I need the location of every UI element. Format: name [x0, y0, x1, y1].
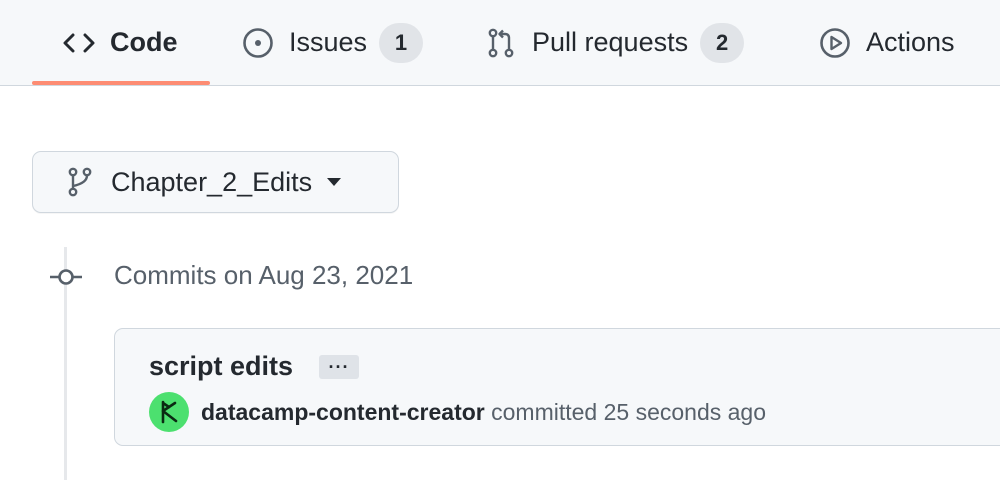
git-pull-request-icon — [485, 27, 517, 59]
tab-actions[interactable]: Actions — [819, 0, 955, 85]
repo-nav-tabs: Code Issues 1 Pull requests 2 Actions — [0, 0, 1000, 86]
expand-commit-message-button[interactable]: ··· — [319, 355, 359, 379]
pull-requests-count-badge: 2 — [700, 22, 745, 63]
issues-count-badge: 1 — [379, 22, 424, 63]
commit-list-item: script edits ··· datacamp-content-creato… — [114, 328, 1000, 446]
commit-time-text: committed 25 seconds ago — [491, 399, 767, 425]
tab-pull-requests[interactable]: Pull requests 2 — [485, 0, 745, 85]
commit-meta: datacamp-content-creator committed 25 se… — [201, 399, 766, 426]
tab-code-label: Code — [110, 27, 178, 57]
tab-code[interactable]: Code — [63, 0, 178, 85]
git-branch-icon — [67, 167, 93, 197]
tab-actions-label: Actions — [866, 27, 955, 57]
play-icon — [819, 27, 851, 59]
author-avatar[interactable] — [149, 392, 189, 432]
tab-pull-requests-label: Pull requests — [532, 27, 689, 57]
tab-issues-label: Issues — [289, 27, 368, 57]
branch-select-button[interactable]: Chapter_2_Edits — [32, 151, 399, 213]
commit-author-link[interactable]: datacamp-content-creator — [201, 399, 485, 425]
code-icon — [63, 32, 95, 54]
selected-tab-underline — [32, 81, 210, 85]
git-commit-icon — [49, 262, 83, 292]
tab-issues[interactable]: Issues 1 — [242, 0, 424, 85]
commit-title-link[interactable]: script edits — [149, 351, 293, 382]
branch-name: Chapter_2_Edits — [111, 166, 313, 197]
caret-down-icon — [326, 177, 342, 187]
issue-opened-icon — [242, 27, 274, 59]
commits-date-heading: Commits on Aug 23, 2021 — [114, 260, 414, 290]
